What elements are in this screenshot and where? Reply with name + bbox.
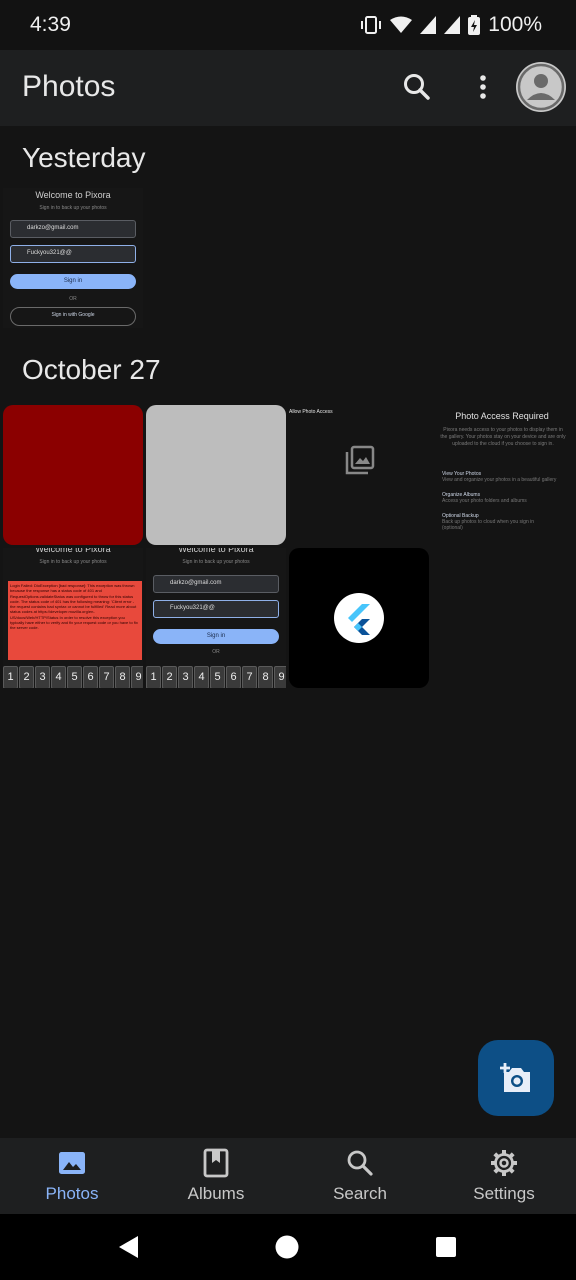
mini-email-field: darkzo@gmail.com: [153, 575, 279, 593]
add-photo-fab[interactable]: [478, 1040, 554, 1116]
status-bar: 4:39 100%: [0, 0, 576, 50]
home-icon[interactable]: [275, 1235, 299, 1259]
key: 7: [99, 666, 114, 688]
more-options-button[interactable]: [470, 68, 496, 106]
status-time: 4:39: [30, 13, 71, 36]
battery-charging-icon: [468, 15, 481, 35]
nav-item-albums[interactable]: Albums: [144, 1138, 288, 1214]
mini-heading: Welcome to Pixora: [35, 190, 111, 200]
nav-item-settings[interactable]: Settings: [432, 1138, 576, 1214]
mini-or-text: OR: [69, 296, 77, 302]
flutter-logo-circle: [334, 593, 384, 643]
nav-item-photos[interactable]: Photos: [0, 1138, 144, 1214]
photo-thumbnail-login-keyboard[interactable]: Welcome to Pixora Sign in to back up you…: [146, 548, 286, 688]
photo-thumbnail-permission[interactable]: Allow Photo Access: [289, 405, 429, 545]
photo-thumbnail-red[interactable]: [3, 405, 143, 545]
signal-icon-2: [444, 16, 461, 34]
key: 2: [19, 666, 34, 688]
mini-or-text: OR: [212, 649, 220, 655]
mini-error-box: Login Failed: DioException [bad response…: [8, 581, 142, 660]
photo-thumbnail-login-error[interactable]: Welcome to Pixora Sign in to back up you…: [3, 548, 143, 688]
section-title-october-27: October 27: [22, 354, 161, 385]
mini-heading: Welcome to Pixora: [35, 548, 111, 554]
key: 1: [3, 666, 18, 688]
bottom-navigation: Photos Albums Search Settings: [0, 1138, 576, 1214]
back-icon[interactable]: [116, 1234, 140, 1260]
mini-feature-1: View Your Photos View and organize your …: [442, 471, 572, 483]
nav-label: Search: [333, 1184, 387, 1203]
key: 3: [35, 666, 50, 688]
more-vert-icon: [480, 75, 486, 99]
search-icon: [404, 74, 430, 100]
system-navigation-bar: [0, 1214, 576, 1280]
nav-label: Settings: [473, 1184, 535, 1203]
mini-heading: Welcome to Pixora: [178, 548, 254, 554]
account-avatar[interactable]: [516, 62, 566, 112]
mini-keyboard-row: 1234567890: [3, 666, 143, 688]
recents-icon[interactable]: [436, 1237, 456, 1257]
key: 9: [131, 666, 143, 688]
mini-password-field: Fuckyou321@@: [10, 245, 136, 263]
mini-allow-access-button: Allow Photo Access: [289, 409, 333, 415]
search-icon: [347, 1150, 373, 1176]
key: 2: [162, 666, 177, 688]
photo-thumbnail-gray[interactable]: [146, 405, 286, 545]
key: 1: [146, 666, 161, 688]
mini-subtitle: Sign in to back up your photos: [39, 205, 107, 211]
mini-feature-desc: Back up photos to cloud when you sign in…: [442, 519, 535, 531]
mini-subtitle: Sign in to back up your photos: [182, 559, 250, 565]
signal-icon: [420, 16, 437, 34]
key: 8: [115, 666, 130, 688]
key: 7: [242, 666, 257, 688]
mini-email-field: darkzo@gmail.com: [10, 220, 136, 238]
key: 8: [258, 666, 273, 688]
add-camera-icon: [500, 1063, 530, 1092]
photo-thumbnail[interactable]: Welcome to Pixora Sign in to back up you…: [3, 188, 143, 328]
app-bar: Photos: [0, 50, 576, 126]
mini-signin-button: Sign in: [153, 629, 279, 644]
mini-permission-heading: Photo Access Required: [455, 411, 549, 421]
key: 3: [178, 666, 193, 688]
key: 5: [210, 666, 225, 688]
battery-percent: 100%: [488, 13, 542, 36]
mini-subtitle: Sign in to back up your photos: [39, 559, 107, 565]
photo-library-icon: [345, 445, 375, 475]
bookmark-book-icon: [203, 1148, 229, 1178]
photo-thumbnail-permission-info[interactable]: Photo Access Required Pixora needs acces…: [432, 405, 576, 545]
mini-feature-3: Optional Backup Back up photos to cloud …: [442, 513, 542, 531]
key: 4: [194, 666, 209, 688]
mini-keyboard-row: 1234567890: [146, 666, 286, 688]
mini-signin-button: Sign in: [10, 274, 136, 289]
person-icon: [517, 63, 565, 111]
flutter-logo-icon: [348, 604, 370, 635]
photo-thumbnail-flutter[interactable]: [289, 548, 429, 688]
page-title: Photos: [22, 70, 116, 103]
key: 6: [83, 666, 98, 688]
wifi-icon: [390, 16, 413, 33]
gear-icon: [491, 1150, 517, 1176]
mini-permission-body: Pixora needs access to your photos to di…: [440, 427, 566, 447]
nav-item-search[interactable]: Search: [288, 1138, 432, 1214]
search-button[interactable]: [398, 68, 436, 106]
photo-icon: [59, 1152, 85, 1174]
section-title-yesterday: Yesterday: [22, 142, 146, 173]
mini-google-button: Sign in with Google: [10, 307, 136, 326]
key: 6: [226, 666, 241, 688]
nav-label: Albums: [187, 1184, 245, 1203]
nav-label: Photos: [45, 1184, 99, 1203]
key: 4: [51, 666, 66, 688]
vibrate-icon: [361, 16, 382, 34]
mini-feature-2: Organize Albums Access your photo folder…: [442, 492, 572, 504]
key: 9: [274, 666, 286, 688]
mini-password-field: Fuckyou321@@: [153, 600, 279, 618]
status-icons: 100%: [360, 13, 542, 37]
key: 5: [67, 666, 82, 688]
mini-feature-desc: View and organize your photos in a beaut…: [442, 477, 557, 483]
mini-feature-desc: Access your photo folders and albums: [442, 498, 527, 504]
